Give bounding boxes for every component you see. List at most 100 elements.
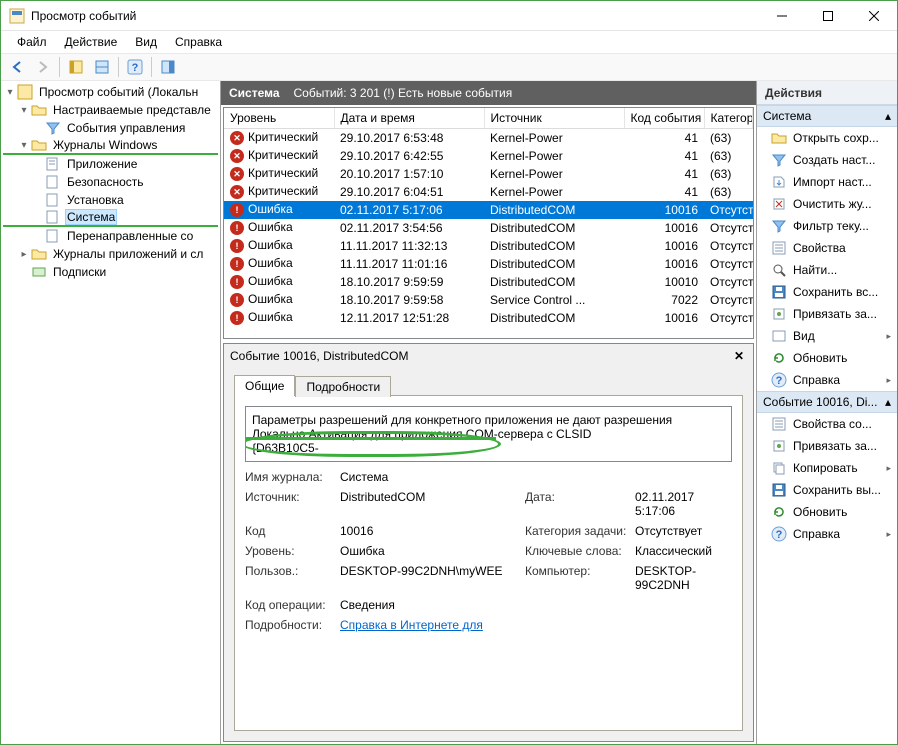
keywords-value: Классический bbox=[635, 544, 732, 558]
menu-file[interactable]: Файл bbox=[9, 33, 55, 51]
menubar: Файл Действие Вид Справка bbox=[1, 31, 897, 53]
menu-view[interactable]: Вид bbox=[127, 33, 165, 51]
level-text: Ошибка bbox=[248, 256, 293, 270]
expand-icon[interactable]: ▸ bbox=[17, 249, 31, 260]
action-icon bbox=[771, 328, 787, 344]
action-label: Вид bbox=[793, 329, 815, 343]
minimize-button[interactable] bbox=[759, 1, 805, 31]
action-item[interactable]: ?Справка▸ bbox=[757, 369, 897, 391]
collapse-icon[interactable]: ▾ bbox=[3, 87, 17, 98]
tree-subscriptions[interactable]: Подписки bbox=[3, 263, 218, 281]
tree-application[interactable]: Приложение bbox=[3, 155, 218, 173]
action-item[interactable]: Сохранить вы... bbox=[757, 479, 897, 501]
event-date: 11.11.2017 11:32:13 bbox=[334, 237, 484, 255]
action-item[interactable]: Привязать за... bbox=[757, 303, 897, 325]
level-icon: ! bbox=[230, 311, 244, 325]
action-item[interactable]: Привязать за... bbox=[757, 435, 897, 457]
event-source: Kernel-Power bbox=[484, 183, 624, 201]
tree-pane: ▾ Просмотр событий (Локальн ▾ Настраивае… bbox=[1, 81, 221, 744]
tab-details[interactable]: Подробности bbox=[295, 376, 391, 397]
event-list[interactable]: Уровень Дата и время Источник Код событи… bbox=[223, 107, 754, 339]
collapse-icon[interactable]: ▾ bbox=[17, 140, 31, 151]
action-pane-button[interactable] bbox=[156, 55, 180, 79]
online-help-link[interactable]: Справка в Интернете для bbox=[340, 618, 732, 632]
center-pane: Система Событий: 3 201 (!) Есть новые со… bbox=[221, 81, 757, 744]
event-row[interactable]: !Ошибка11.11.2017 11:32:13DistributedCOM… bbox=[224, 237, 753, 255]
preview-button[interactable] bbox=[90, 55, 114, 79]
action-item[interactable]: Очистить жу... bbox=[757, 193, 897, 215]
event-row[interactable]: !Ошибка18.10.2017 9:59:58Service Control… bbox=[224, 291, 753, 309]
tree-windows-logs[interactable]: ▾ Журналы Windows bbox=[3, 137, 218, 155]
event-id: 10010 bbox=[624, 273, 704, 291]
close-details-button[interactable]: ✕ bbox=[731, 348, 747, 364]
collapse-icon[interactable]: ▴ bbox=[885, 109, 891, 123]
tree-custom-views[interactable]: ▾ Настраиваемые представле bbox=[3, 101, 218, 119]
collapse-icon[interactable]: ▴ bbox=[885, 395, 891, 409]
col-category[interactable]: Категория зад bbox=[704, 108, 753, 129]
tree-system[interactable]: Система bbox=[3, 209, 218, 227]
event-source: DistributedCOM bbox=[484, 201, 624, 219]
action-icon bbox=[771, 152, 787, 168]
action-item[interactable]: Обновить bbox=[757, 347, 897, 369]
svg-text:?: ? bbox=[776, 529, 783, 541]
tree-security[interactable]: Безопасность bbox=[3, 173, 218, 191]
tree-root[interactable]: ▾ Просмотр событий (Локальн bbox=[3, 83, 218, 101]
event-row[interactable]: !Ошибка02.11.2017 5:17:06DistributedCOM1… bbox=[224, 201, 753, 219]
action-group-system[interactable]: Система ▴ bbox=[757, 105, 897, 127]
action-icon bbox=[771, 504, 787, 520]
event-date: 18.10.2017 9:59:59 bbox=[334, 273, 484, 291]
event-row[interactable]: ✕Критический29.10.2017 6:53:48Kernel-Pow… bbox=[224, 129, 753, 147]
action-item[interactable]: Импорт наст... bbox=[757, 171, 897, 193]
event-category: Отсутствует bbox=[704, 255, 753, 273]
action-group-event[interactable]: Событие 10016, Di... ▴ bbox=[757, 391, 897, 413]
tree-setup[interactable]: Установка bbox=[3, 191, 218, 209]
event-row[interactable]: ✕Критический29.10.2017 6:42:55Kernel-Pow… bbox=[224, 147, 753, 165]
col-level[interactable]: Уровень bbox=[224, 108, 334, 129]
action-item[interactable]: Свойства bbox=[757, 237, 897, 259]
toolbar: ? bbox=[1, 53, 897, 81]
keywords-label: Ключевые слова: bbox=[525, 544, 635, 558]
col-date[interactable]: Дата и время bbox=[334, 108, 484, 129]
show-hide-button[interactable] bbox=[64, 55, 88, 79]
menu-help[interactable]: Справка bbox=[167, 33, 230, 51]
event-row[interactable]: !Ошибка18.10.2017 9:59:59DistributedCOM1… bbox=[224, 273, 753, 291]
level-icon: ✕ bbox=[230, 149, 244, 163]
collapse-icon[interactable]: ▾ bbox=[17, 105, 31, 116]
event-row[interactable]: !Ошибка02.11.2017 3:54:56DistributedCOM1… bbox=[224, 219, 753, 237]
close-button[interactable] bbox=[851, 1, 897, 31]
event-row[interactable]: ✕Критический29.10.2017 6:04:51Kernel-Pow… bbox=[224, 183, 753, 201]
action-item[interactable]: Вид▸ bbox=[757, 325, 897, 347]
action-icon: ? bbox=[771, 372, 787, 388]
action-item[interactable]: Обновить bbox=[757, 501, 897, 523]
event-row[interactable]: !Ошибка12.11.2017 12:51:28DistributedCOM… bbox=[224, 309, 753, 327]
tree-admin-events[interactable]: События управления bbox=[3, 119, 218, 137]
forward-button[interactable] bbox=[31, 55, 55, 79]
maximize-button[interactable] bbox=[805, 1, 851, 31]
back-button[interactable] bbox=[5, 55, 29, 79]
action-label: Создать наст... bbox=[793, 153, 875, 167]
tab-general[interactable]: Общие bbox=[234, 375, 295, 396]
action-item[interactable]: Открыть сохр... bbox=[757, 127, 897, 149]
action-label: Очистить жу... bbox=[793, 197, 872, 211]
event-category: (63) bbox=[704, 183, 753, 201]
action-item[interactable]: Сохранить вс... bbox=[757, 281, 897, 303]
col-source[interactable]: Источник bbox=[484, 108, 624, 129]
action-item[interactable]: Свойства со... bbox=[757, 413, 897, 435]
action-label: Сохранить вс... bbox=[793, 285, 878, 299]
event-date: 18.10.2017 9:59:58 bbox=[334, 291, 484, 309]
help-button[interactable]: ? bbox=[123, 55, 147, 79]
user-label: Пользов.: bbox=[245, 564, 340, 592]
action-item[interactable]: ?Справка▸ bbox=[757, 523, 897, 545]
action-item[interactable]: Найти... bbox=[757, 259, 897, 281]
date-value: 02.11.2017 5:17:06 bbox=[635, 490, 732, 518]
tree-apps-services[interactable]: ▸ Журналы приложений и сл bbox=[3, 245, 218, 263]
level-icon: ✕ bbox=[230, 167, 244, 181]
event-row[interactable]: ✕Критический20.10.2017 1:57:10Kernel-Pow… bbox=[224, 165, 753, 183]
col-id[interactable]: Код события bbox=[624, 108, 704, 129]
menu-action[interactable]: Действие bbox=[57, 33, 126, 51]
action-item[interactable]: Создать наст... bbox=[757, 149, 897, 171]
action-item[interactable]: Копировать▸ bbox=[757, 457, 897, 479]
event-row[interactable]: !Ошибка11.11.2017 11:01:16DistributedCOM… bbox=[224, 255, 753, 273]
action-item[interactable]: Фильтр теку... bbox=[757, 215, 897, 237]
tree-forwarded[interactable]: Перенаправленные со bbox=[3, 227, 218, 245]
